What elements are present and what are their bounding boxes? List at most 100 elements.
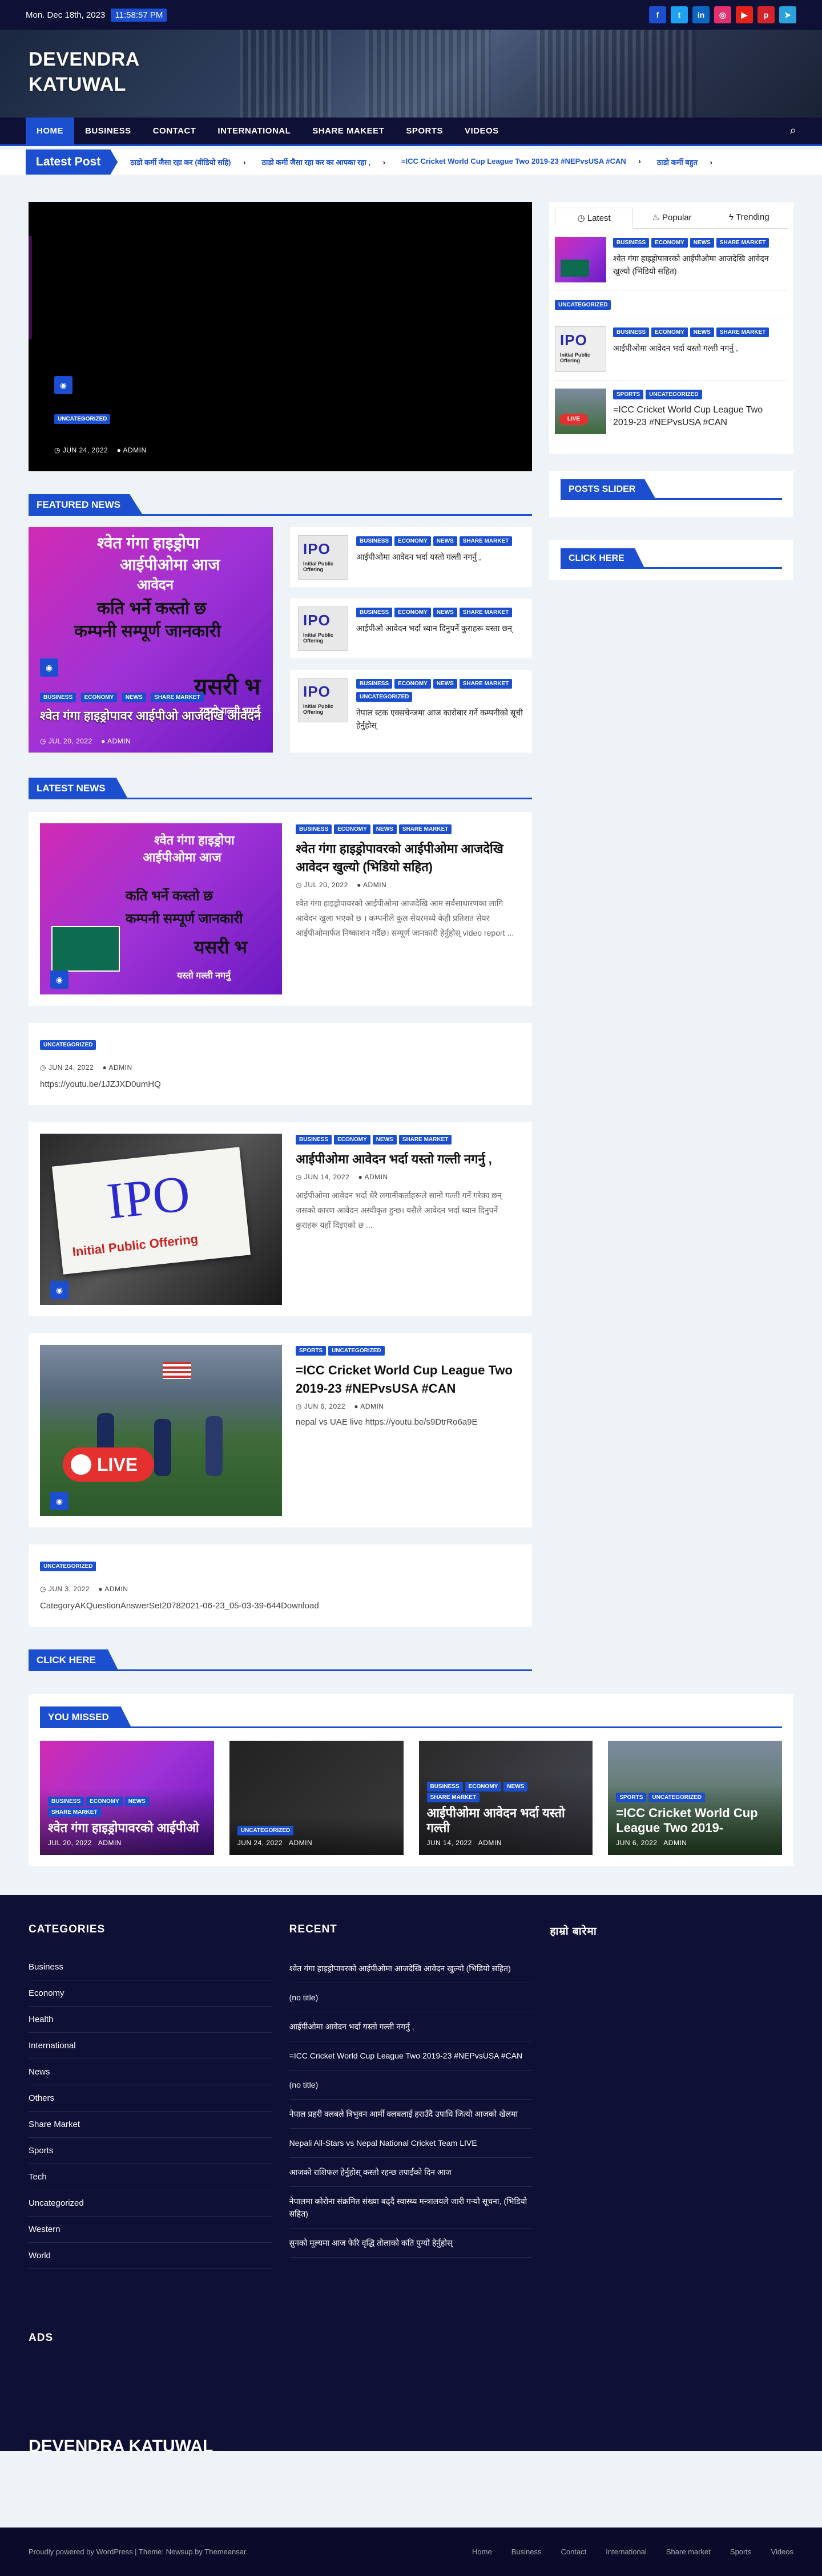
category-badge[interactable]: NEWS <box>690 238 714 248</box>
post-title[interactable]: =ICC Cricket World Cup League Two 2019-2… <box>296 1361 521 1398</box>
category-badge[interactable]: SHARE MARKET <box>459 536 513 546</box>
footer-brand[interactable]: DEVENDRA KATUWAL <box>29 2437 213 2456</box>
footer-link[interactable]: Home <box>472 2547 492 2556</box>
category-badge[interactable]: BUSINESS <box>356 679 393 689</box>
post-author[interactable]: ADMIN <box>123 446 146 454</box>
post-author[interactable]: ADMIN <box>98 1839 122 1847</box>
latest-post-card[interactable]: IPO Initial Public Offering ◉ BUSINESS EC… <box>29 1122 532 1316</box>
category-badge[interactable]: ECONOMY <box>394 536 431 546</box>
post-image[interactable]: LIVE ◉ <box>40 1345 282 1516</box>
post-title[interactable]: नेपाल स्टक एक्सचेन्जमा आज कारोबार गर्ने … <box>356 706 524 731</box>
category-badge[interactable]: NEWS <box>122 693 146 702</box>
category-badge[interactable]: UNCATEGORIZED <box>555 300 611 310</box>
missed-post[interactable]: SPORTS UNCATEGORIZED =ICC Cricket World C… <box>608 1741 782 1855</box>
ticker-item[interactable]: ठाडो कर्मी जैसा रहा कर का आपका रहा , <box>261 157 385 167</box>
ticker-item[interactable]: =ICC Cricket World Cup League Two 2019-2… <box>401 157 641 167</box>
category-badge[interactable]: NEWS <box>433 608 457 617</box>
latest-post-card[interactable]: UNCATEGORIZED ◷ JUN 3, 2022 ● ADMIN Cate… <box>29 1544 532 1627</box>
category-badge[interactable]: NEWS <box>433 679 457 689</box>
instagram-icon[interactable]: ◎ <box>714 6 731 23</box>
category-badge[interactable]: ECONOMY <box>394 679 431 689</box>
post-excerpt[interactable]: nepal vs UAE live https://youtu.be/s9Dtr… <box>296 1417 521 1427</box>
post-author[interactable]: ADMIN <box>108 1063 132 1071</box>
site-logo[interactable]: DEVENDRA KATUWAL <box>29 47 140 97</box>
category-badge[interactable]: UNCATEGORIZED <box>328 1346 385 1356</box>
category-badge[interactable]: UNCATEGORIZED <box>40 1040 96 1050</box>
category-badge[interactable]: BUSINESS <box>426 1782 463 1792</box>
ticker-item[interactable]: ठाडो कर्मी जैसा रहा कर (वीडियो सहि) <box>130 157 245 167</box>
footer-category-link[interactable]: International <box>29 2033 272 2059</box>
sidebar-post[interactable]: BUSINESS ECONOMY NEWS SHARE MARKET श्वेत गं… <box>555 229 788 291</box>
category-badge[interactable]: UNCATEGORIZED <box>646 390 702 399</box>
widget-title[interactable]: CLICK HERE <box>561 548 645 569</box>
post-title[interactable]: श्वेत गंगा हाइड्रोपावरको आईपीओमा आजदेखि … <box>296 840 521 876</box>
footer-category-link[interactable]: Western <box>29 2217 272 2243</box>
footer-recent-link[interactable]: =ICC Cricket World Cup League Two 2019-2… <box>289 2041 533 2070</box>
nav-contact[interactable]: CONTACT <box>142 118 207 144</box>
post-title[interactable]: श्वेत गंगा हाइड्रोपावरको आईपीओ <box>48 1821 206 1835</box>
category-badge[interactable]: BUSINESS <box>613 238 650 248</box>
latest-post-card[interactable]: LIVE ◉ SPORTS UNCATEGORIZED =ICC Cricket … <box>29 1333 532 1527</box>
footer-category-link[interactable]: Uncategorized <box>29 2190 272 2217</box>
featured-main-post[interactable]: श्वेत गंगा हाइड्रोपा आईपीओमा आज आवेदन कत… <box>29 527 273 753</box>
footer-recent-link[interactable]: (no title) <box>289 2070 533 2100</box>
featured-list-item[interactable]: IPO Initial Public Offering BUSINESS ECONO… <box>290 670 532 753</box>
footer-recent-link[interactable]: नेपालमा कोरोना संक्रमित संख्या बढ्दै स्व… <box>289 2187 533 2229</box>
nav-sports[interactable]: SPORTS <box>395 118 454 144</box>
nav-share-makeet[interactable]: SHARE MAKEET <box>301 118 395 144</box>
footer-category-link[interactable]: Share Market <box>29 2112 272 2138</box>
post-thumbnail[interactable]: LIVE <box>555 389 606 434</box>
category-badge[interactable]: NEWS <box>124 1797 149 1806</box>
post-thumbnail[interactable]: IPO Initial Public Offering <box>555 326 606 372</box>
featured-list-item[interactable]: IPO Initial Public Offering BUSINESS ECONO… <box>290 527 532 587</box>
post-image[interactable]: श्वेत गंगा हाइड्रोपा आईपीओमा आज कति भर्न… <box>40 823 282 994</box>
category-badge[interactable]: SHARE MARKET <box>459 608 513 617</box>
category-badge[interactable]: SPORTS <box>613 390 644 399</box>
category-badge[interactable]: SHARE MARKET <box>716 238 769 248</box>
category-badge[interactable]: NEWS <box>503 1782 528 1792</box>
category-badge[interactable]: ECONOMY <box>465 1782 502 1792</box>
post-author[interactable]: ADMIN <box>289 1839 312 1847</box>
category-badge[interactable]: UNCATEGORIZED <box>40 1562 96 1571</box>
footer-link[interactable]: International <box>606 2547 647 2556</box>
category-badge[interactable]: BUSINESS <box>40 693 76 702</box>
category-badge[interactable]: BUSINESS <box>296 1135 332 1145</box>
post-author[interactable]: ADMIN <box>364 1173 388 1181</box>
category-badge[interactable]: ECONOMY <box>80 693 118 702</box>
category-badge[interactable]: NEWS <box>372 824 397 834</box>
footer-link[interactable]: Contact <box>561 2547 586 2556</box>
ticker-item[interactable]: ठाडो कर्मी बहुत <box>657 157 712 167</box>
post-thumbnail[interactable] <box>555 237 606 282</box>
missed-post[interactable]: UNCATEGORIZED JUN 24, 2022 ADMIN <box>229 1741 404 1855</box>
footer-link[interactable]: Share market <box>666 2547 711 2556</box>
post-image[interactable]: IPO Initial Public Offering ◉ <box>40 1134 282 1305</box>
category-badge[interactable]: ECONOMY <box>651 238 688 248</box>
nav-international[interactable]: INTERNATIONAL <box>207 118 301 144</box>
tab-trending[interactable]: ϟ Trending <box>711 208 788 228</box>
category-badge[interactable]: SHARE MARKET <box>398 1135 452 1145</box>
featured-title[interactable]: श्वेत गंगा हाइड्रोपावर आईपीओ आजदेखि आवेद… <box>40 707 263 725</box>
nav-home[interactable]: HOME <box>26 118 74 144</box>
category-badge[interactable]: NEWS <box>690 327 714 337</box>
category-badge[interactable]: SHARE MARKET <box>459 679 513 689</box>
post-author[interactable]: ADMIN <box>478 1839 502 1847</box>
post-excerpt[interactable]: https://youtu.be/1JZJXD0umHQ <box>40 1079 521 1089</box>
post-author[interactable]: ADMIN <box>360 1402 384 1410</box>
facebook-icon[interactable]: f <box>649 6 666 23</box>
category-badge[interactable]: BUSINESS <box>356 608 393 617</box>
sidebar-post[interactable]: LIVE SPORTS UNCATEGORIZED =ICC Cricket Wo… <box>555 381 788 442</box>
footer-recent-link[interactable]: आईपीओमा आवेदन भर्दा यस्तो गल्ती नगर्नु , <box>289 2012 533 2041</box>
category-badge[interactable]: ECONOMY <box>651 327 688 337</box>
post-title[interactable]: श्वेत गंगा हाइड्रोपावरको आईपीओमा आजदेखि … <box>613 252 788 277</box>
post-thumbnail[interactable]: IPO Initial Public Offering <box>298 678 348 722</box>
linkedin-icon[interactable]: in <box>692 6 710 23</box>
footer-category-link[interactable]: News <box>29 2059 272 2085</box>
category-badge[interactable]: NEWS <box>372 1135 397 1145</box>
category-badge[interactable]: BUSINESS <box>613 327 650 337</box>
category-badge[interactable]: UNCATEGORIZED <box>237 1826 294 1835</box>
sidebar-post[interactable]: IPO Initial Public Offering BUSINESS ECONO… <box>555 318 788 381</box>
category-badge[interactable]: SPORTS <box>296 1346 327 1356</box>
footer-link[interactable]: Business <box>511 2547 542 2556</box>
post-title[interactable]: आईपीओ आवेदन भर्दा ध्यान दिनुपर्ने कुराहर… <box>356 622 514 634</box>
post-author[interactable]: ADMIN <box>107 737 131 745</box>
